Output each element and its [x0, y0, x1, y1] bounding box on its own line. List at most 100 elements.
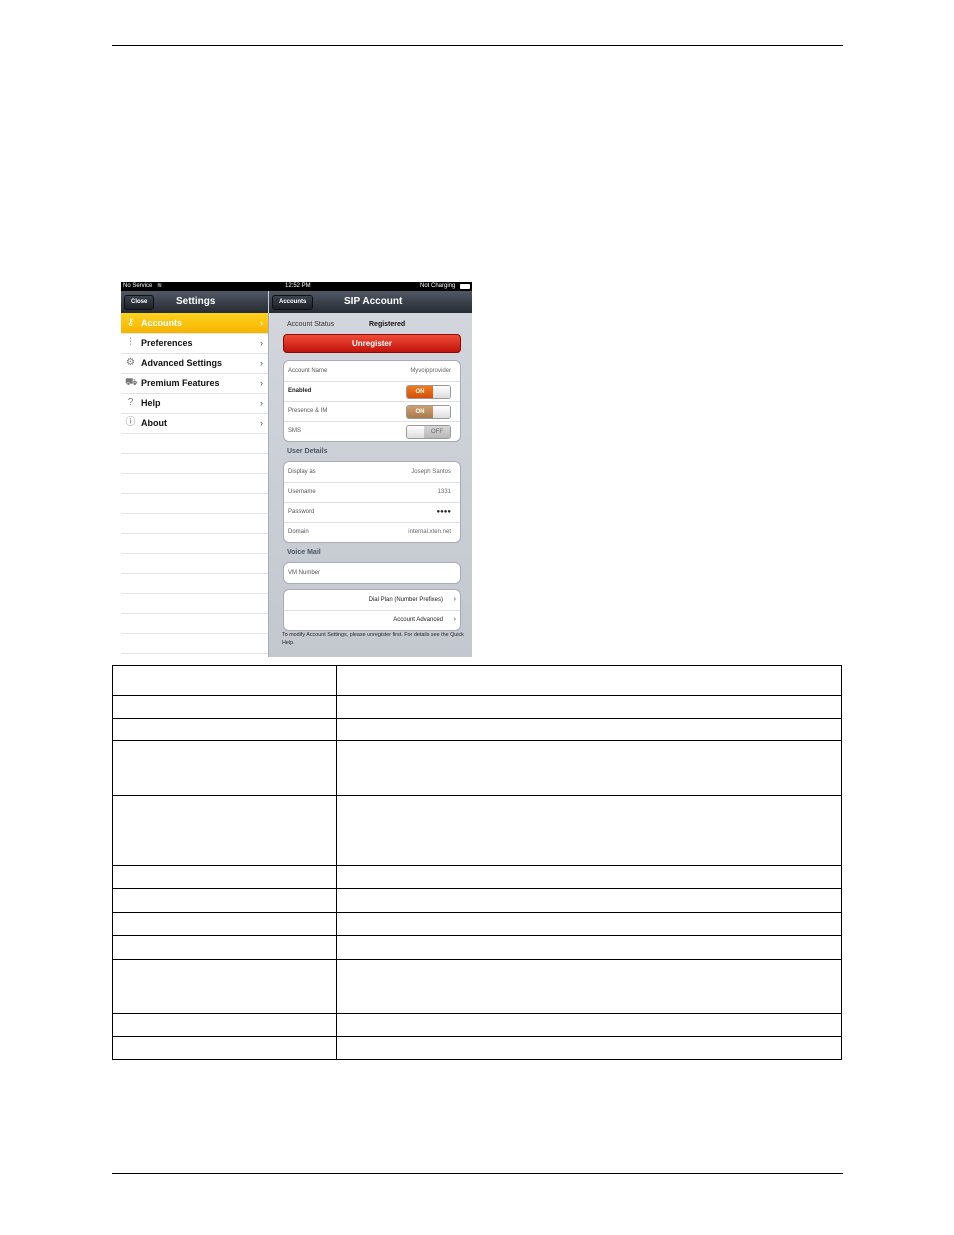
table-cell — [336, 665, 842, 696]
sms-row: SMS OFF — [284, 421, 460, 441]
unregister-button[interactable]: Unregister — [283, 334, 461, 353]
empty-row — [121, 513, 268, 534]
chevron-right-icon: › — [260, 338, 263, 348]
table-cell — [336, 740, 842, 796]
settings-sidebar: ⚷ Accounts › ⫶ Preferences › ⚙ Advanced … — [121, 313, 269, 657]
empty-row — [121, 633, 268, 654]
sidebar-item-premium-features[interactable]: ⛟ Premium Features › — [121, 373, 268, 394]
presence-row: Presence & IM ON — [284, 401, 460, 422]
sidebar-item-about[interactable]: ⓘ About › — [121, 413, 268, 434]
empty-row — [121, 593, 268, 614]
table-row — [112, 912, 842, 936]
table-cell — [336, 935, 842, 960]
table-cell — [112, 1013, 337, 1037]
presence-toggle[interactable]: ON — [406, 405, 451, 419]
table-row — [112, 865, 842, 889]
sidebar-item-label: Premium Features — [141, 378, 220, 388]
battery-status-text: Not Charging — [420, 283, 456, 289]
account-name-value: Myvoipprovider — [410, 368, 451, 374]
toggle-on-text: ON — [407, 406, 433, 418]
table-cell — [336, 795, 842, 866]
presence-label: Presence & IM — [288, 408, 328, 414]
display-as-label: Display as — [288, 469, 316, 475]
chevron-right-icon: › — [260, 378, 263, 388]
toggle-knob — [407, 426, 424, 438]
empty-row — [121, 493, 268, 514]
user-details-group: Display as Joseph Santos Username 1331 P… — [283, 461, 461, 543]
chevron-right-icon: › — [260, 318, 263, 328]
clock-text: 12:52 PM — [285, 283, 311, 289]
dial-plan-row[interactable]: Dial Plan (Number Prefixes) › — [284, 590, 460, 611]
enabled-toggle[interactable]: ON — [406, 385, 451, 399]
footer-rule — [112, 1173, 843, 1174]
table-cell — [336, 695, 842, 719]
footer-note: To modify Account Settings, please unreg… — [282, 632, 464, 646]
question-icon: ? — [127, 397, 134, 408]
empty-row — [121, 453, 268, 474]
empty-row — [121, 573, 268, 594]
cart-icon: ⛟ — [125, 377, 138, 388]
table-cell — [336, 1036, 842, 1060]
password-row[interactable]: Password ●●●● — [284, 502, 460, 523]
table-cell — [336, 959, 842, 1014]
table-row — [112, 665, 842, 696]
dial-plan-label: Dial Plan (Number Prefixes) — [368, 597, 443, 603]
key-icon: ⚷ — [126, 317, 135, 328]
chevron-right-icon: › — [260, 358, 263, 368]
empty-row — [121, 473, 268, 494]
battery-icon — [460, 284, 470, 289]
app-screenshot: No Service ≋ 12:52 PM Not Charging Close… — [121, 282, 472, 657]
table-cell — [336, 888, 842, 913]
display-as-row[interactable]: Display as Joseph Santos — [284, 462, 460, 483]
header-rule — [112, 45, 843, 46]
gears-icon: ⚙ — [126, 357, 135, 368]
sidebar-item-advanced-settings[interactable]: ⚙ Advanced Settings › — [121, 353, 268, 374]
table-row — [112, 959, 842, 1014]
vm-number-row[interactable]: VM Number — [284, 563, 460, 583]
accounts-back-button[interactable]: Accounts — [272, 295, 314, 310]
account-advanced-label: Account Advanced — [393, 617, 443, 623]
sms-toggle[interactable]: OFF — [406, 425, 451, 439]
username-row[interactable]: Username 1331 — [284, 482, 460, 503]
table-row — [112, 740, 842, 796]
sip-account-detail: Account Status Registered Unregister Acc… — [269, 313, 472, 657]
enabled-label: Enabled — [288, 388, 312, 394]
sliders-icon: ⫶ — [129, 337, 132, 348]
empty-row — [121, 433, 268, 454]
wifi-icon: ≋ — [157, 283, 163, 289]
close-button[interactable]: Close — [124, 295, 155, 310]
table-row — [112, 935, 842, 960]
table-cell — [112, 912, 337, 936]
toggle-knob — [433, 406, 450, 418]
empty-row — [121, 533, 268, 554]
table-cell — [112, 888, 337, 913]
table-cell — [112, 665, 337, 696]
account-advanced-row[interactable]: Account Advanced › — [284, 610, 460, 630]
sidebar-item-preferences[interactable]: ⫶ Preferences › — [121, 333, 268, 354]
password-label: Password — [288, 509, 315, 515]
empty-row — [121, 613, 268, 634]
user-details-header: User Details — [287, 448, 328, 455]
table-cell — [112, 695, 337, 719]
account-name-row[interactable]: Account Name Myvoipprovider — [284, 361, 460, 382]
table-cell — [112, 865, 337, 889]
chevron-right-icon: › — [453, 616, 456, 623]
table-cell — [336, 718, 842, 741]
empty-row — [121, 553, 268, 574]
toggle-on-text: ON — [407, 386, 433, 398]
table-cell — [336, 912, 842, 936]
sidebar-item-help[interactable]: ? Help › — [121, 393, 268, 414]
table-row — [112, 795, 842, 866]
sidebar-item-label: Advanced Settings — [141, 358, 223, 368]
carrier-text: No Service — [123, 283, 153, 289]
chevron-right-icon: › — [260, 398, 263, 408]
username-value: 1331 — [437, 489, 451, 495]
domain-row[interactable]: Domain internal.xten.net — [284, 522, 460, 542]
sidebar-item-accounts[interactable]: ⚷ Accounts › — [121, 313, 268, 334]
sip-account-nav-bar: Accounts SIP Account — [269, 291, 472, 314]
settings-nav-bar: Close Settings — [121, 291, 268, 314]
table-cell — [336, 865, 842, 889]
settings-description-table — [112, 665, 842, 1060]
sip-account-title: SIP Account — [344, 296, 403, 307]
table-cell — [112, 935, 337, 960]
